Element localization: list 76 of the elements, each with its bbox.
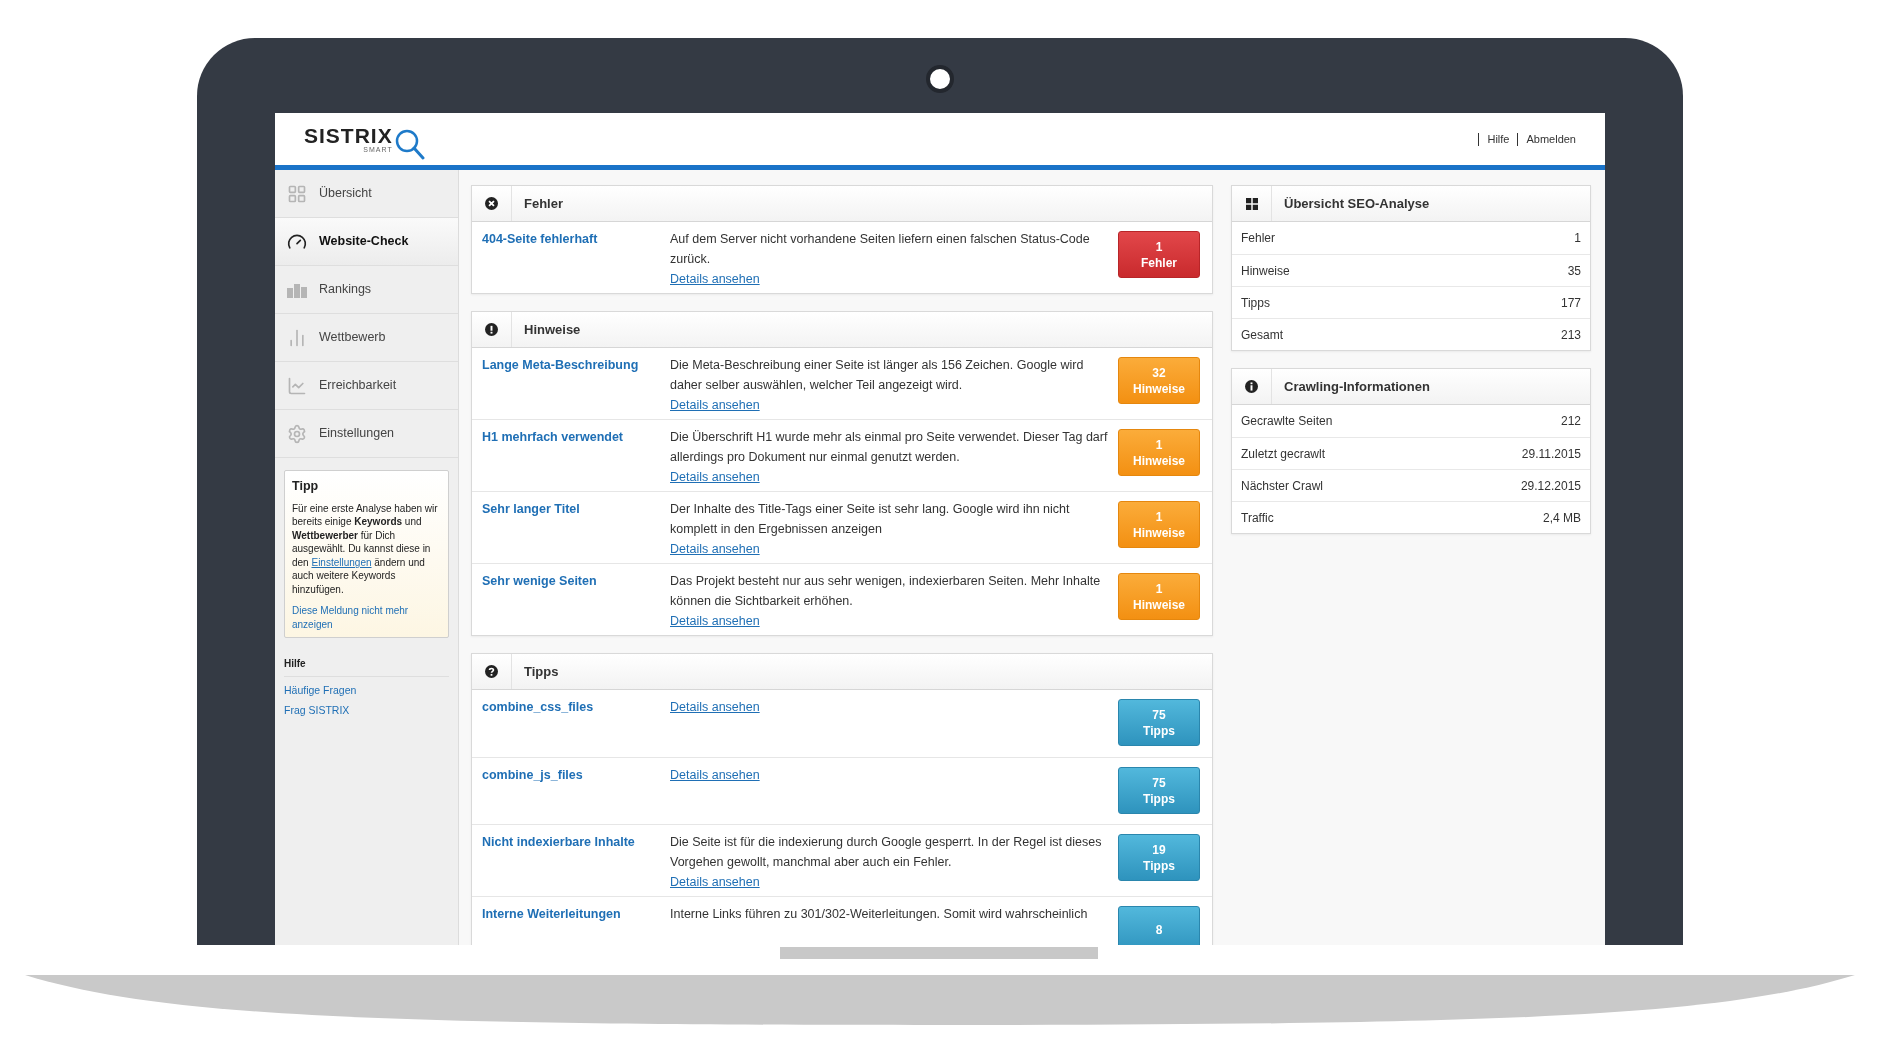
- panel-title: Übersicht SEO-Analyse: [1283, 194, 1430, 213]
- stat-value: 35: [1567, 262, 1581, 280]
- tip-text: Für eine erste Analyse haben wir bereits einige Keywords und Wettbewerber für Dich ausgewählt. Du kannst diese in den Einstellungen ändern und auch weitere Keywords hinzufügen.: [292, 501, 439, 597]
- line-chart-icon: [287, 375, 307, 396]
- issue-title[interactable]: Sehr wenige Seiten: [482, 571, 654, 591]
- info-circle-icon: [1245, 380, 1258, 393]
- sidebar-item[interactable]: Wettbewerb: [275, 314, 458, 362]
- issue-description: Die Seite ist für die indexierung durch Google gesperrt. In der Regel ist dieses Vorgehen gewollt, manchmal aber auch ein Fehler.: [670, 834, 1103, 871]
- issue-description: Auf dem Server nicht vorhandene Seiten liefern einen falschen Status-Code zurück.: [670, 231, 1091, 268]
- stat-value: 213: [1560, 326, 1581, 344]
- details-link[interactable]: Details ansehen: [670, 539, 760, 559]
- stat-label: Fehler: [1241, 230, 1275, 247]
- details-link[interactable]: Details ansehen: [670, 697, 760, 717]
- help-link[interactable]: Frag SISTRIX: [284, 703, 449, 719]
- header-link[interactable]: Abmelden: [1526, 130, 1576, 148]
- details-link[interactable]: Details ansehen: [670, 269, 760, 289]
- stat-label: Traffic: [1241, 509, 1274, 527]
- stat-value: 1: [1574, 230, 1581, 247]
- stat-value: 212: [1560, 413, 1581, 430]
- issue-description: Der Inhalte des Title-Tags einer Seite ist sehr lang. Google wird ihn nicht komplett in den Ergebnissen anzeigen: [670, 501, 1071, 538]
- dismiss-link[interactable]: Diese Meldung nicht mehr anzeigen: [292, 604, 441, 632]
- magnifier-icon: [394, 129, 425, 161]
- panel-title: Hinweise: [523, 320, 581, 339]
- x-circle-icon: [485, 197, 498, 210]
- issue-title[interactable]: Lange Meta-Beschreibung: [482, 355, 654, 375]
- grid-icon: [1245, 197, 1258, 210]
- issue-title[interactable]: combine_js_files: [482, 765, 654, 785]
- question-circle-icon: [485, 665, 498, 678]
- grid-icon: [287, 183, 307, 204]
- help-link[interactable]: Häufige Fragen: [284, 683, 449, 699]
- stat-value: 177: [1560, 294, 1581, 312]
- details-link[interactable]: Details ansehen: [670, 611, 760, 631]
- details-link[interactable]: Details ansehen: [670, 765, 760, 785]
- issue-description: Interne Links führen zu 301/302-Weiterleitungen. Somit wird wahrscheinlich: [670, 906, 1088, 923]
- issue-title[interactable]: 404-Seite fehlerhaft: [482, 229, 654, 249]
- stat-label: Hinweise: [1241, 262, 1290, 280]
- issue-title[interactable]: H1 mehrfach verwendet: [482, 427, 654, 447]
- issue-description: Das Projekt besteht nur aus sehr wenigen, indexierbaren Seiten. Mehr Inhalte können die Sichtbarkeit erhöhen.: [670, 573, 1102, 610]
- logo-text: SISTRIX: [304, 125, 393, 146]
- settings-icon: [287, 423, 307, 444]
- panel-title: Crawling-Informationen: [1283, 377, 1430, 396]
- sidebar-item[interactable]: Website-Check: [275, 218, 458, 266]
- stat-label: Gesamt: [1241, 326, 1283, 344]
- issue-title[interactable]: Interne Weiterleitungen: [482, 904, 654, 924]
- stat-label: Nächster Crawl: [1241, 477, 1324, 495]
- issue-title[interactable]: Nicht indexierbare Inhalte: [482, 832, 654, 852]
- count-badge[interactable]: 75 Tipps: [1118, 699, 1200, 746]
- panel-title: Fehler: [523, 194, 563, 213]
- bar-chart-icon: [287, 327, 307, 348]
- stat-value: 29.11.2015: [1521, 445, 1581, 463]
- issue-description: Die Meta-Beschreibung einer Seite ist länger als 156 Zeichen. Google wird daher selber auswählen, welcher Teil angezeigt wird.: [670, 357, 1085, 394]
- settings-link[interactable]: Einstellungen: [311, 556, 372, 568]
- issue-title[interactable]: Sehr langer Titel: [482, 499, 654, 519]
- stat-value: 29.12.2015: [1520, 477, 1581, 495]
- count-badge[interactable]: 75 Tipps: [1118, 767, 1200, 814]
- issue-title[interactable]: combine_css_files: [482, 697, 654, 717]
- stat-label: Tipps: [1241, 294, 1270, 312]
- details-link[interactable]: Details ansehen: [670, 872, 760, 892]
- sidebar-item[interactable]: Erreichbarkeit: [275, 362, 458, 410]
- count-badge[interactable]: 1 Fehler: [1118, 231, 1200, 278]
- header-link[interactable]: Hilfe: [1487, 130, 1510, 148]
- count-badge[interactable]: 19 Tipps: [1118, 834, 1200, 881]
- exclamation-circle-icon: [485, 323, 498, 336]
- stat-value: 2,4 MB: [1543, 509, 1581, 527]
- tip-title: Tipp: [292, 478, 320, 495]
- help-heading: Hilfe: [284, 656, 449, 678]
- sidebar-item[interactable]: Einstellungen: [275, 410, 458, 458]
- stat-label: Zuletzt gecrawlt: [1241, 445, 1326, 463]
- details-link[interactable]: Details ansehen: [670, 467, 760, 487]
- issue-description: Die Überschrift H1 wurde mehr als einmal pro Seite verwendet. Dieser Tag darf allerdings pro Dokument nur einmal genutzt werden.: [670, 429, 1109, 466]
- sidebar-item[interactable]: Rankings: [275, 266, 458, 314]
- stat-label: Gecrawlte Seiten: [1241, 413, 1333, 430]
- panel-title: Tipps: [523, 662, 559, 681]
- count-badge[interactable]: 8: [1118, 906, 1200, 945]
- scrollbar-thumb[interactable]: [780, 947, 1098, 959]
- details-link[interactable]: Details ansehen: [670, 395, 760, 415]
